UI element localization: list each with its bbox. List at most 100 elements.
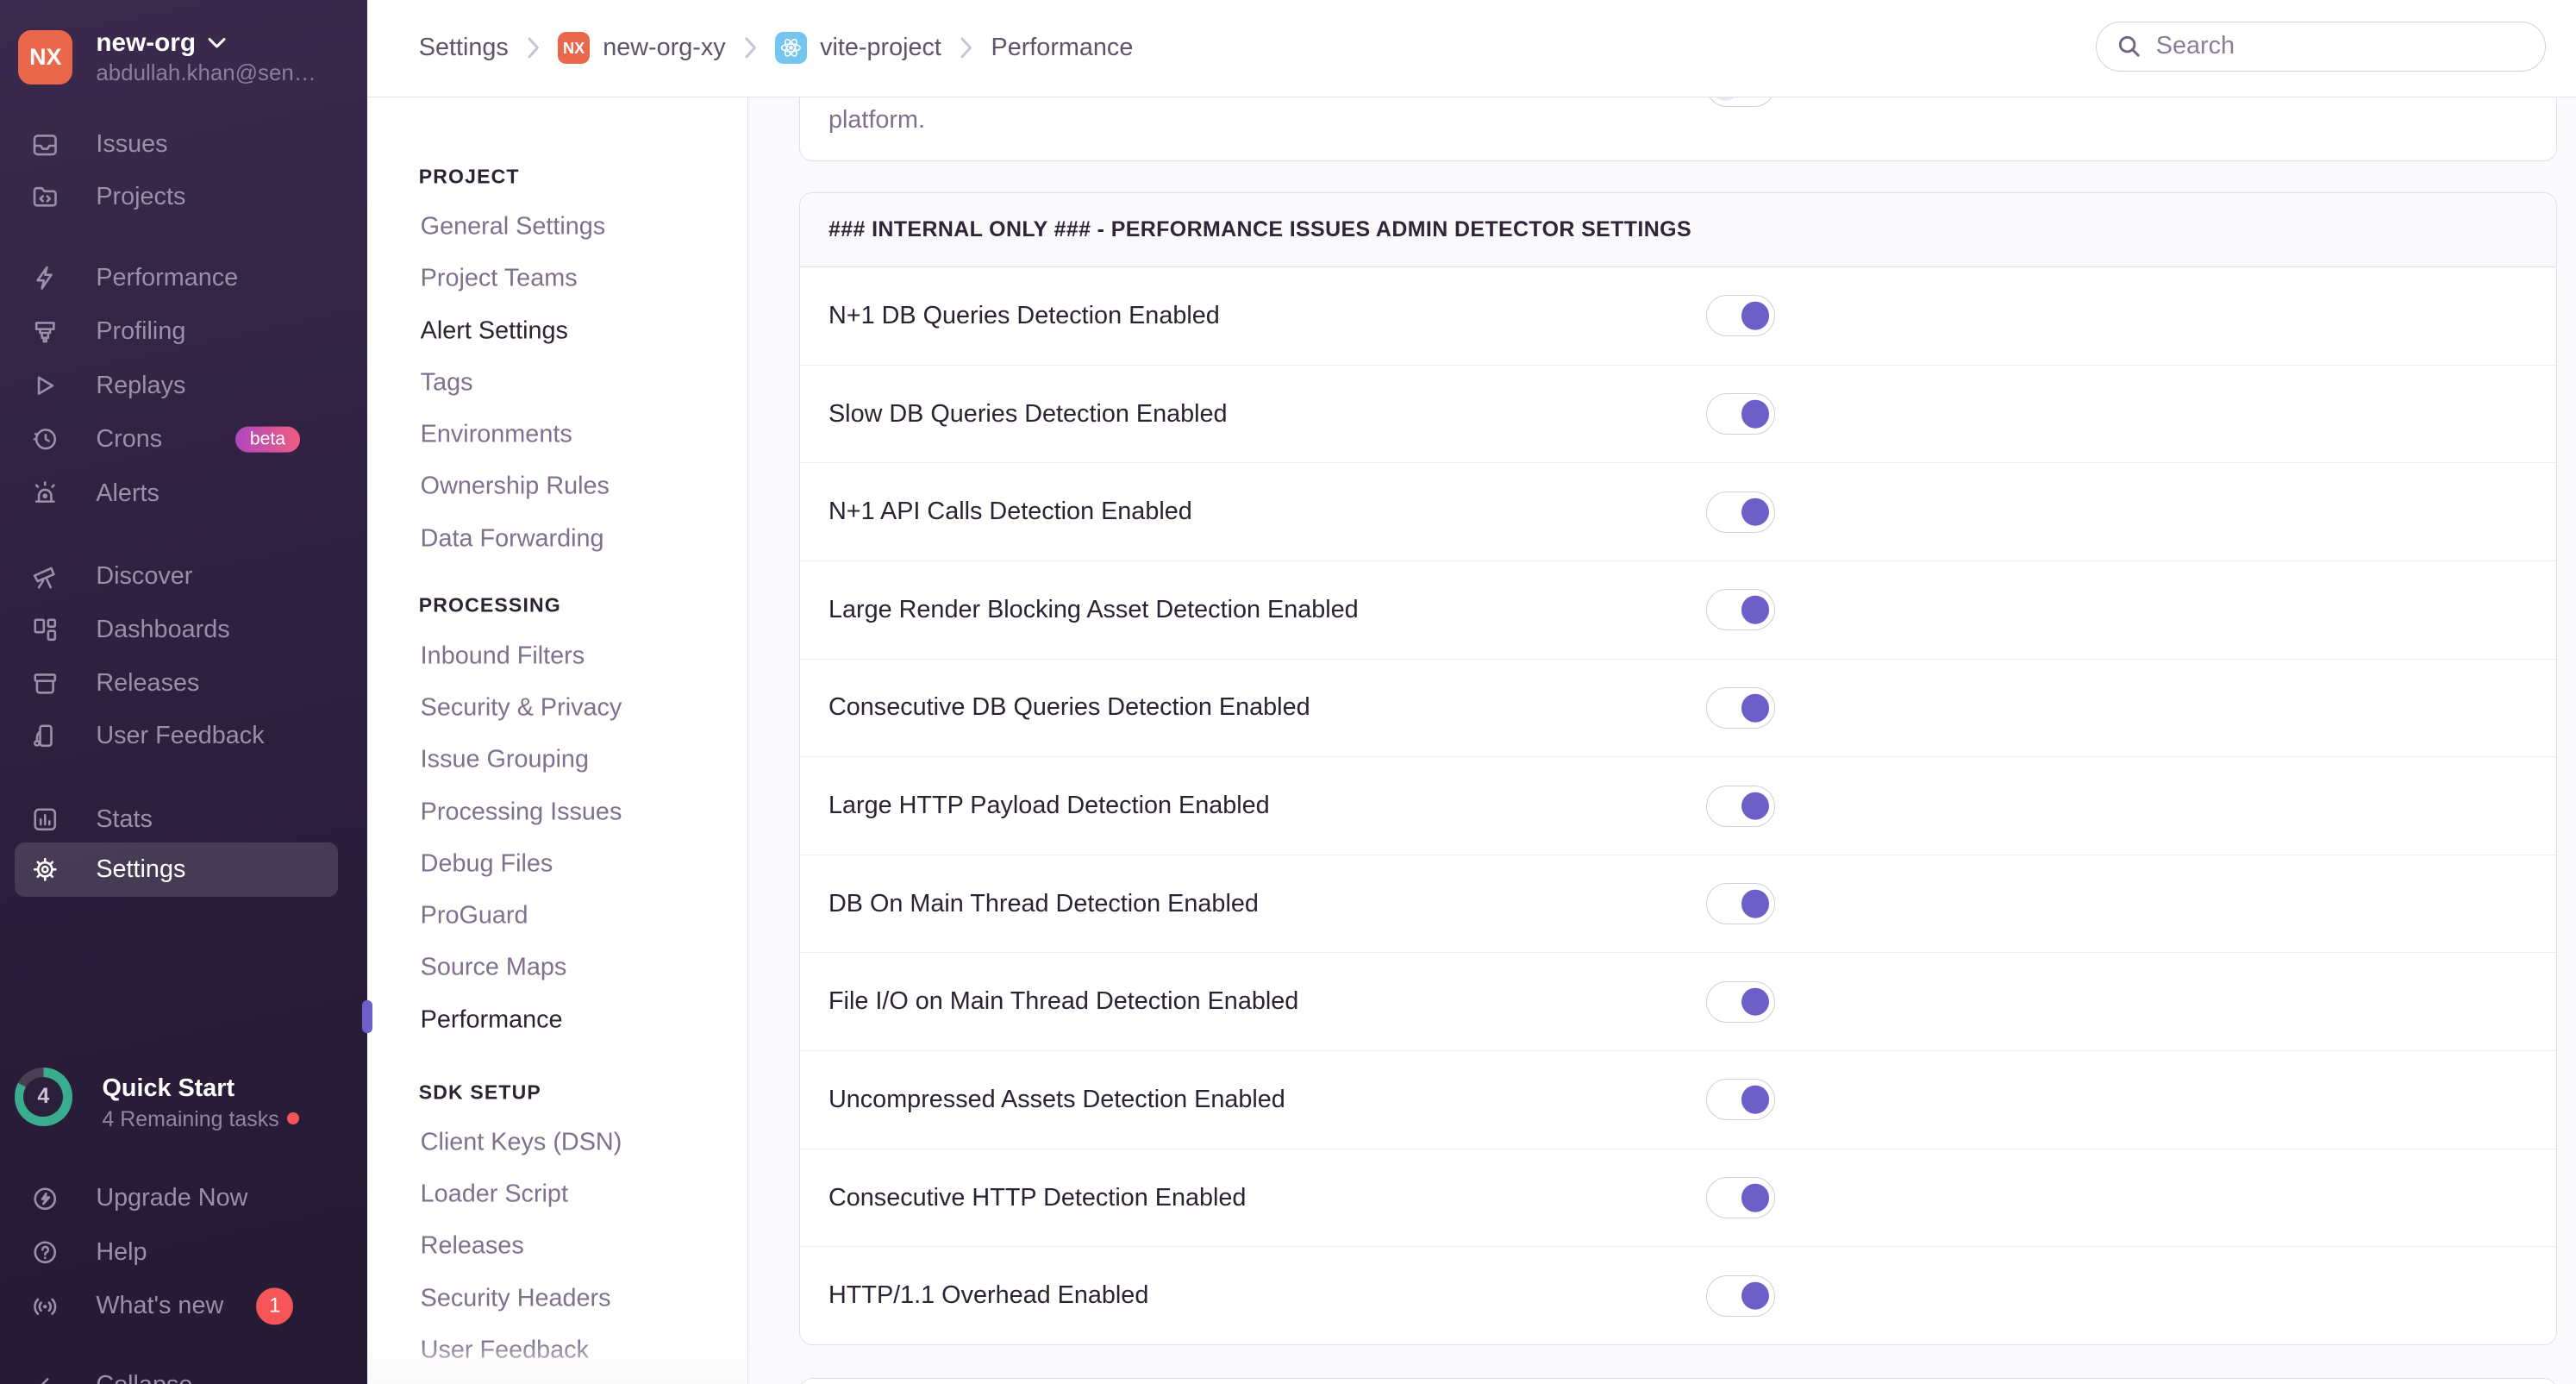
- sidebar-item-label: Issues: [96, 130, 168, 159]
- toggle-switch-on[interactable]: [1705, 883, 1776, 925]
- sidebar-item-label: Settings: [96, 855, 186, 883]
- sidebar-item-label: Crons: [96, 425, 163, 454]
- toggle-knob: [1741, 1281, 1770, 1310]
- sidebar-item-label: Discover: [96, 561, 193, 590]
- nav-item-processing-issues[interactable]: Processing Issues: [421, 798, 622, 826]
- sidebar-item-stats[interactable]: Stats: [0, 792, 367, 846]
- dashboards-icon: [30, 615, 60, 645]
- bar-chart-icon: [30, 805, 60, 835]
- main-content: platform. ### INTERNAL ONLY ### - PERFOR…: [747, 97, 2576, 1384]
- search-input[interactable]: [2152, 30, 2525, 63]
- nav-item-debug-files[interactable]: Debug Files: [421, 849, 553, 878]
- nav-item-source-maps[interactable]: Source Maps: [421, 954, 567, 982]
- sidebar-item-user-feedback[interactable]: User Feedback: [0, 709, 367, 762]
- sidebar-item-label: Projects: [96, 182, 186, 210]
- toggle-switch-on[interactable]: [1705, 393, 1776, 435]
- setting-label: Uncompressed Assets Detection Enabled: [828, 1085, 1285, 1113]
- sidebar-item-profiling[interactable]: Profiling: [0, 305, 367, 359]
- sidebar-item-label: Collapse: [96, 1371, 192, 1384]
- clock-icon: [30, 424, 60, 454]
- nav-item-alert-settings[interactable]: Alert Settings: [421, 316, 568, 345]
- setting-row-large-render-blocking: Large Render Blocking Asset Detection En…: [800, 560, 2557, 659]
- app-window: NX new-org abdullah.khan@sen… Issues Pro…: [0, 0, 2576, 1384]
- setting-label: Large HTTP Payload Detection Enabled: [828, 792, 1270, 820]
- nav-item-user-feedback[interactable]: User Feedback: [421, 1336, 589, 1364]
- broadcast-icon: [30, 1292, 60, 1322]
- nav-section-title: PROCESSING: [418, 593, 561, 617]
- help-icon: [30, 1237, 60, 1268]
- org-badge: NX: [558, 32, 590, 64]
- sidebar-item-label: Help: [96, 1237, 147, 1266]
- nav-section-title: SDK SETUP: [418, 1080, 541, 1104]
- sidebar-item-label: Upgrade Now: [96, 1184, 248, 1212]
- toggle-knob: [1741, 889, 1770, 918]
- toggle-switch-on[interactable]: [1705, 1274, 1776, 1317]
- sidebar-item-projects[interactable]: Projects: [0, 170, 367, 223]
- quick-start-subtitle: 4 Remaining tasks: [102, 1107, 279, 1132]
- breadcrumb-project[interactable]: vite-project: [775, 32, 941, 64]
- nav-item-loader-script[interactable]: Loader Script: [421, 1180, 568, 1209]
- toggle-switch-on[interactable]: [1705, 980, 1776, 1023]
- toggle-switch-on[interactable]: [1705, 589, 1776, 631]
- setting-row-consecutive-http: Consecutive HTTP Detection Enabled: [800, 1148, 2557, 1247]
- sidebar-item-alerts[interactable]: Alerts: [0, 467, 367, 520]
- nav-item-releases[interactable]: Releases: [421, 1232, 524, 1261]
- sidebar-item-label: Profiling: [96, 317, 186, 346]
- nav-item-security-privacy[interactable]: Security & Privacy: [421, 693, 622, 722]
- nav-item-project-teams[interactable]: Project Teams: [421, 265, 578, 293]
- sidebar-item-help[interactable]: Help: [0, 1225, 367, 1279]
- sidebar-item-settings[interactable]: Settings: [15, 842, 338, 897]
- active-nav-indicator: [361, 1000, 372, 1034]
- toggle-switch-on[interactable]: [1705, 785, 1776, 827]
- nav-item-issue-grouping[interactable]: Issue Grouping: [421, 746, 589, 774]
- setting-row-file-io-main-thread: File I/O on Main Thread Detection Enable…: [800, 952, 2557, 1050]
- sidebar-item-issues[interactable]: Issues: [0, 118, 367, 172]
- sidebar-item-releases[interactable]: Releases: [0, 657, 367, 711]
- toggle-switch-on[interactable]: [1705, 1177, 1776, 1219]
- nav-item-tags[interactable]: Tags: [421, 368, 473, 397]
- nav-item-data-forwarding[interactable]: Data Forwarding: [421, 524, 604, 553]
- settings-rows: N+1 DB Queries Detection Enabled Slow DB…: [800, 267, 2557, 1344]
- setting-label: Consecutive DB Queries Detection Enabled: [828, 693, 1310, 722]
- org-switcher[interactable]: new-org: [96, 28, 225, 58]
- toggle-knob: [1741, 693, 1770, 723]
- sidebar-item-upgrade-now[interactable]: Upgrade Now: [0, 1172, 367, 1225]
- sidebar-item-collapse[interactable]: Collapse: [0, 1359, 367, 1384]
- nav-item-client-keys[interactable]: Client Keys (DSN): [421, 1128, 622, 1156]
- setting-label: DB On Main Thread Detection Enabled: [828, 889, 1259, 917]
- quick-start-widget[interactable]: 4 Quick Start 4 Remaining tasks: [14, 1068, 356, 1132]
- nav-item-general-settings[interactable]: General Settings: [421, 213, 606, 241]
- breadcrumb-org[interactable]: NX new-org-xy: [558, 32, 726, 64]
- sidebar-item-label: Dashboards: [96, 615, 230, 643]
- nav-item-environments[interactable]: Environments: [421, 421, 572, 449]
- sidebar-item-dashboards[interactable]: Dashboards: [0, 603, 367, 656]
- toggle-switch-cutoff[interactable]: [1705, 97, 1776, 108]
- nav-item-performance[interactable]: Performance: [421, 1005, 563, 1034]
- chevron-left-icon: [30, 1371, 60, 1384]
- org-name: new-org: [96, 28, 197, 57]
- nav-item-inbound-filters[interactable]: Inbound Filters: [421, 642, 585, 670]
- nav-item-security-headers[interactable]: Security Headers: [421, 1284, 611, 1312]
- gear-icon: [30, 855, 60, 885]
- panel-detector-settings: ### INTERNAL ONLY ### - PERFORMANCE ISSU…: [799, 191, 2558, 1345]
- sidebar-item-crons[interactable]: Crons beta: [0, 412, 367, 466]
- sidebar-item-discover[interactable]: Discover: [0, 549, 367, 603]
- toggle-switch-on[interactable]: [1705, 295, 1776, 337]
- toggle-switch-on[interactable]: [1705, 491, 1776, 533]
- nav-item-ownership-rules[interactable]: Ownership Rules: [421, 473, 610, 501]
- lightning-icon: [30, 263, 60, 293]
- toggle-switch-on[interactable]: [1705, 686, 1776, 729]
- search-box[interactable]: [2095, 21, 2546, 72]
- sidebar-item-replays[interactable]: Replays: [0, 359, 367, 412]
- toggle-switch-on[interactable]: [1705, 1079, 1776, 1121]
- sidebar-item-performance[interactable]: Performance: [0, 251, 367, 304]
- sidebar-item-whats-new[interactable]: What's new 1: [0, 1280, 367, 1333]
- issues-icon: [30, 130, 60, 160]
- beta-badge: beta: [234, 426, 301, 453]
- sidebar-item-label: Alerts: [96, 479, 159, 507]
- org-avatar[interactable]: NX: [18, 29, 73, 85]
- setting-row-db-main-thread: DB On Main Thread Detection Enabled: [800, 854, 2557, 953]
- nav-item-proguard[interactable]: ProGuard: [421, 902, 528, 930]
- setting-label: Consecutive HTTP Detection Enabled: [828, 1183, 1247, 1212]
- breadcrumb-settings[interactable]: Settings: [419, 34, 509, 62]
